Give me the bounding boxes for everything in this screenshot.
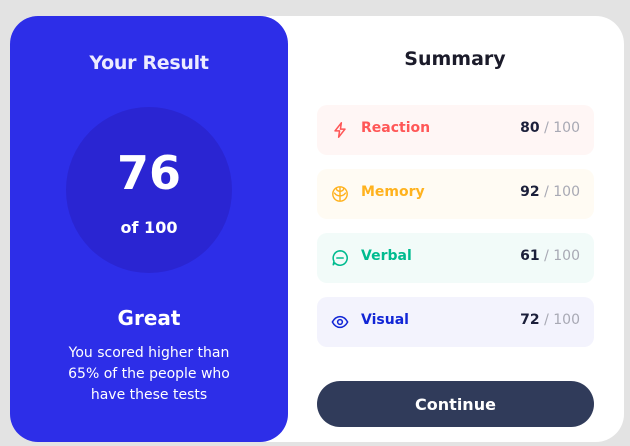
summary-item-verbal: Verbal 61 / 100 xyxy=(317,233,594,283)
summary-item-score: 80 / 100 xyxy=(520,120,580,136)
summary-item-label: Memory xyxy=(361,184,425,200)
lightning-icon xyxy=(331,121,349,139)
rating-description: You scored higher than 65% of the people… xyxy=(68,345,230,403)
eye-icon xyxy=(331,313,349,331)
summary-item-label: Visual xyxy=(361,312,409,328)
score-value: 76 xyxy=(116,146,181,200)
summary-item-score: 92 / 100 xyxy=(520,184,580,200)
continue-button[interactable]: Continue xyxy=(317,381,594,427)
rating-label: Great xyxy=(117,306,181,330)
score-value-verbal: 61 xyxy=(520,248,540,264)
score-of-label: of 100 xyxy=(120,218,178,237)
score-max-verbal: / 100 xyxy=(544,248,580,264)
score-circle: 76 of 100 xyxy=(66,107,232,273)
summary-item-score: 72 / 100 xyxy=(520,312,580,328)
summary-item-reaction: Reaction 80 / 100 xyxy=(317,105,594,155)
chat-icon xyxy=(331,249,349,267)
score-value-visual: 72 xyxy=(520,312,540,328)
score-value-memory: 92 xyxy=(520,184,540,200)
summary-item-score: 61 / 100 xyxy=(520,248,580,264)
summary-title: Summary xyxy=(404,48,506,70)
summary-item-label: Reaction xyxy=(361,120,431,136)
summary-item-visual: Visual 72 / 100 xyxy=(317,297,594,347)
score-max-memory: / 100 xyxy=(544,184,580,200)
score-value-reaction: 80 xyxy=(520,120,540,136)
summary-item-memory: Memory 92 / 100 xyxy=(317,169,594,219)
brain-icon xyxy=(331,185,349,203)
result-panel: Your Result 76 of 100 Great You scored h… xyxy=(10,16,288,442)
result-title: Your Result xyxy=(89,52,209,74)
score-max-visual: / 100 xyxy=(544,312,580,328)
summary-item-label: Verbal xyxy=(361,248,412,264)
score-max-reaction: / 100 xyxy=(544,120,580,136)
